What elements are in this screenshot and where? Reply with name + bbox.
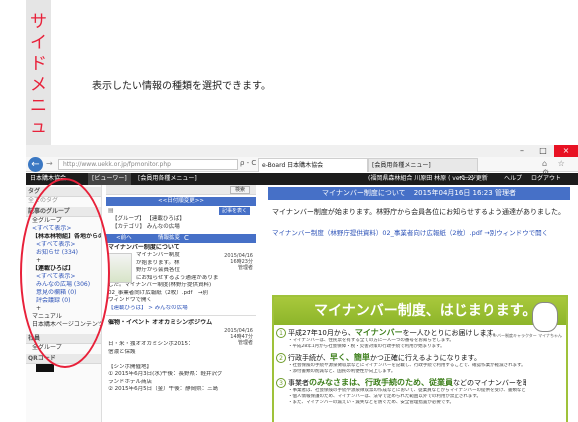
tab-member-menu[interactable]: [会員用各種メニュー] xyxy=(368,158,478,172)
annotation-caption: 表示したい情報の種類を選択できます。 xyxy=(92,81,271,92)
post-attachment-window[interactable]: ウィンドウで開く xyxy=(108,297,254,305)
post-thumbnail xyxy=(108,253,132,283)
sidebar-header-company: 社員 xyxy=(26,334,101,344)
article-list: 検索 <<日付順変更>> ▤ 記事を表く 【グループ】 【連載ひろば】 【カテゴ… xyxy=(106,185,256,422)
article-attachment: マイナンバー制度（林野庁提供資料）02_事業者向け広報紙（2枚）.pdf →別ウ… xyxy=(272,228,568,238)
annotation-title: サ イ ド メ ニ ュ ー xyxy=(30,12,47,158)
sidebar-item-show-all[interactable]: <すべて表示> xyxy=(26,225,101,233)
sidebar-item-all-groups-2[interactable]: 全グループ xyxy=(26,344,101,352)
back-arrow-icon[interactable]: ← xyxy=(28,157,43,172)
section-number: 3 xyxy=(276,378,286,388)
document-banner: マイナンバー制度、はじまります。 xyxy=(274,297,566,325)
app-menubar: 日本購木協会 [ビューワー] [会員用各種メニュー] (福岡県森林組合 川原田 … xyxy=(26,173,578,185)
document-section: 2 行政手続が、早く、簡単かつ正確に行えるようになります。 ・社会保険の手続や源… xyxy=(274,353,566,375)
section-heading: 行政手続が、早く、簡単かつ正確に行えるようになります。 xyxy=(288,353,481,362)
window-titlebar: – □ × xyxy=(26,145,578,157)
pager-bar: <前へ 情報拡変 C xyxy=(106,234,256,243)
sidebar-item-show-all-plaza[interactable]: <すべて表示> xyxy=(26,273,101,281)
address-bar[interactable]: http://www.uekk.or.jp/fpmonitor.php xyxy=(58,159,238,170)
open-new-window-link[interactable]: →別ウィンドウで開く xyxy=(484,229,548,237)
list-item[interactable]: マイナンバー制度について 2015/04/16 16時23分 管理者 マイナンバ… xyxy=(106,243,256,313)
menu-logout[interactable]: ログアウト xyxy=(531,173,561,185)
menu-member-menu[interactable]: [会員用各種メニュー] xyxy=(138,173,197,185)
sidebar-item-notice-group[interactable]: 【林本林物組】各地からのお知らせ xyxy=(26,233,101,241)
sidebar-item-opinion-box[interactable]: 意見の欄箱 (0) xyxy=(26,289,101,297)
sidebar-item-everyone-plaza[interactable]: みんなの広場 (306) xyxy=(26,281,101,289)
filter-group: 【グループ】 【連載ひろば】 xyxy=(112,216,185,222)
document-section: 3 事業者のみなさまは、行政手続のため、従業員などのマイナンバーを取り扱います。… xyxy=(274,378,566,406)
post-title[interactable]: 催物・イベント オオカミシンポジウム xyxy=(108,319,254,327)
article-title-bar: マイナンバー制度について 2015年04月16日 16:23 管理者 xyxy=(268,187,570,200)
filter-category: 【カテゴリ】 みんなの広場 xyxy=(112,224,180,230)
sidebar-header-groups: 記事のグループ xyxy=(26,207,101,217)
article-detail: マイナンバー制度について 2015年04月16日 16:23 管理者 マイナンバー… xyxy=(258,185,578,422)
post-body: 日・米・独オオカミシンポ2015： 信濃と保護 【シンポ開催地】 ① 2015年… xyxy=(108,341,223,392)
filter-button[interactable]: 記事を表く xyxy=(218,207,250,215)
sidebar-item-all-groups[interactable]: 全グループ xyxy=(26,217,101,225)
post-title[interactable]: マイナンバー制度について xyxy=(108,244,254,252)
list-item[interactable]: 催物・イベント オオカミシンポジウム 2015/04/16 14時47分 管理者… xyxy=(106,318,256,395)
attached-document-preview: マイナンバー制度、はじまります。 マイナンバー制度キャラクター マイナちゃん 1… xyxy=(272,295,568,422)
refresh-icon[interactable]: C xyxy=(184,234,189,243)
list-toolbar: 検索 xyxy=(106,185,256,195)
post-attachment[interactable]: 02_事業者向け広報紙（2枚）.pdf →別 xyxy=(108,290,254,298)
article-date: 2015年04月16日 16:23 管理者 xyxy=(413,189,516,197)
post-author: 管理者 xyxy=(237,340,253,346)
document-icon: ▤ xyxy=(108,207,114,214)
prev-button[interactable]: <前へ xyxy=(116,234,132,243)
close-button[interactable]: × xyxy=(554,145,578,157)
maximize-button[interactable]: □ xyxy=(533,145,553,157)
search-button[interactable]: 検索 xyxy=(229,186,250,194)
section-heading: 事業者のみなさまは、行政手続のため、従業員などのマイナンバーを取り扱います。 xyxy=(288,378,526,387)
list-divider xyxy=(106,315,256,316)
browser-window: – □ × ← → http://www.uekk.or.jp/fpmonito… xyxy=(26,145,578,422)
browser-navbar: ← → http://www.uekk.or.jp/fpmonitor.php … xyxy=(26,157,578,177)
section-number: 2 xyxy=(276,353,286,363)
minimize-button[interactable]: – xyxy=(512,145,532,157)
filter-row: ▤ 記事を表く xyxy=(106,206,256,215)
side-menu: タグ 全てのタグ 記事のグループ 全グループ <すべて表示> 【林本林物組】各地… xyxy=(26,185,102,422)
menu-page-update[interactable]: ページ更新 xyxy=(458,173,488,185)
sidebar-item-manual[interactable]: マニュアル xyxy=(26,313,101,321)
menu-help[interactable]: ヘルプ xyxy=(504,173,522,185)
sidebar-header-tags: タグ xyxy=(26,187,101,197)
address-bar-icons[interactable]: ρ - C xyxy=(240,159,256,167)
sidebar-item-minutes[interactable]: 評会議録 (0) xyxy=(26,297,101,305)
sidebar-item-notice[interactable]: お知らせ (334) xyxy=(26,249,101,257)
document-section: 1 平成27年10月から、マイナンバーを一人ひとりにお届けします。 ・マイナンバ… xyxy=(274,328,566,350)
sidebar-expand-icon[interactable]: + xyxy=(26,257,101,265)
date-order-toggle[interactable]: <<日付順変更>> xyxy=(106,197,256,206)
sidebar-item-all-tags[interactable]: 全てのタグ xyxy=(26,197,101,205)
menu-home[interactable]: 日本購木協会 xyxy=(30,173,66,185)
sidebar-item-show-all-notice[interactable]: <すべて表示> xyxy=(26,241,101,249)
tab-eboard[interactable]: e-Board 日本購木協会 xyxy=(258,158,368,172)
post-author: 管理者 xyxy=(237,265,253,271)
sidebar-item-homepage[interactable]: 日本購木ページコンテンツ xyxy=(26,321,101,329)
sidebar-expand-icon-2[interactable]: + xyxy=(26,305,101,313)
sidebar-header-qr: QRコード xyxy=(26,354,101,364)
sidebar-item-plaza[interactable]: 【連載ひろば】 xyxy=(26,265,101,273)
menu-viewer[interactable]: [ビューワー] xyxy=(88,173,131,185)
forward-arrow-icon[interactable]: → xyxy=(46,159,53,168)
post-category-link[interactable]: 【連載ひろば】 > みんなの広場 xyxy=(108,305,254,313)
section-heading: 平成27年10月から、マイナンバーを一人ひとりにお届けします。 xyxy=(288,328,500,337)
article-text: マイナンバー制度が始まります。林野庁から会員各位にお知らせするよう通達がありまし… xyxy=(272,208,566,216)
qr-code-image xyxy=(36,364,54,372)
detail-toggle[interactable]: 情報拡変 xyxy=(158,234,180,243)
section-number: 1 xyxy=(276,328,286,338)
attachment-link[interactable]: マイナンバー制度（林野庁提供資料）02_事業者向け広報紙（2枚）.pdf xyxy=(272,229,482,237)
article-title: マイナンバー制度について xyxy=(322,189,406,197)
